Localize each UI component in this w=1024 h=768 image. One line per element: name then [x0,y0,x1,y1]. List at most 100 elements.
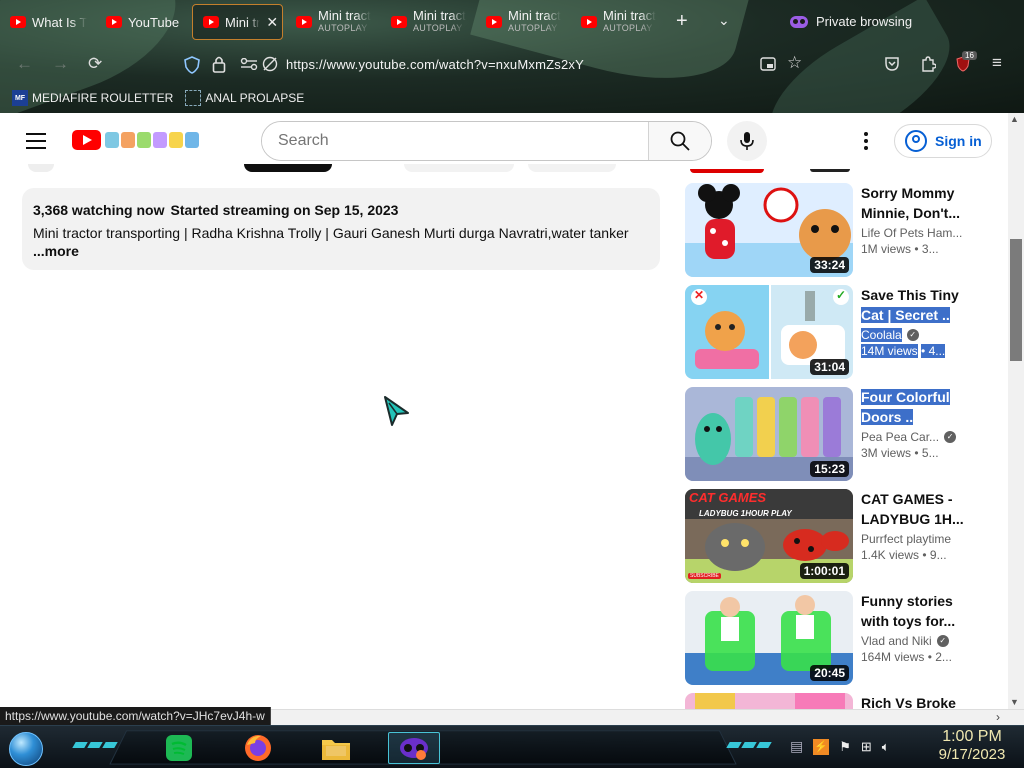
video-title[interactable]: Sorry Mommy Minnie, Don't... [861,183,1005,223]
channel-name[interactable]: Vlad and Niki ✓ [861,634,1005,648]
permissions-icon[interactable] [240,58,258,70]
address-bar-url[interactable]: https://www.youtube.com/watch?v=nxuMxmZs… [286,57,584,72]
recommendation-details: Funny stories with toys for... Vlad and N… [861,591,1005,664]
bookmarks-toolbar: MF MEDIAFIRE ROULETTER ANAL PROLAPSE [0,86,1024,110]
tab-2[interactable]: Mini tr ✕ [192,4,283,40]
search-button[interactable] [648,122,711,160]
channel-name[interactable]: Pea Pea Car... ✓ [861,430,1005,444]
video-duration: 20:45 [810,665,849,681]
guide-menu-icon[interactable] [26,133,46,149]
video-thumbnail[interactable]: 20:45 [685,591,853,685]
tab-strip: What Is T YouTube Mini tr ✕ Mini tract AU… [0,0,1024,44]
private-browsing-label: Private browsing [816,14,913,29]
video-title[interactable]: Save This Tiny Cat | Secret .. [861,285,1005,325]
bookmark-second[interactable]: ANAL PROLAPSE [185,90,304,106]
video-thumbnail[interactable]: 15:23 [685,387,853,481]
account-circle-icon [905,130,927,152]
vertical-scrollbar-thumb[interactable] [1010,239,1022,361]
recommendation-item[interactable]: 20:45 Funny stories with toys for... Vlad… [685,591,1005,685]
autoplay-blocked-icon[interactable] [262,56,278,72]
tab-label: What Is T [32,14,88,30]
start-button[interactable] [9,732,43,766]
green-check-icon: ✓ [836,288,847,302]
bookmark-mediafire[interactable]: MF MEDIAFIRE ROULETTER [12,90,173,106]
bookmark-star-icon[interactable]: ☆ [787,53,802,73]
settings-kebab-icon[interactable] [858,130,874,152]
video-title[interactable]: Rich Vs Broke [861,693,1005,709]
app-menu-hamburger-icon[interactable]: ≡ [992,53,1002,73]
youtube-favicon-icon [296,16,312,28]
extensions-puzzle-icon[interactable] [920,55,936,73]
pocket-icon[interactable] [884,56,900,72]
tab-1[interactable]: YouTube [96,4,188,40]
tab-4[interactable]: Mini tract AUTOPLAY [381,4,473,40]
video-thumbnail[interactable] [685,693,853,709]
tab-label: Mini tract AUTOPLAY [508,8,561,33]
watching-count: 3,368 watching now [33,202,165,218]
scroll-down-arrow-icon[interactable]: ▼ [1010,697,1019,707]
red-cross-icon: ✕ [694,288,705,302]
video-description[interactable]: 3,368 watching now Started streaming on … [22,188,660,270]
recommendation-item[interactable]: Rich Vs Broke [685,693,1005,709]
new-tab-plus-icon[interactable]: + [676,10,688,33]
taskbar-file-explorer[interactable] [320,732,352,764]
vertical-scrollbar-track[interactable] [1008,113,1024,709]
recommendation-details: Rich Vs Broke [861,693,1005,709]
youtube-favicon-icon [203,16,219,28]
scroll-up-arrow-icon[interactable]: ▲ [1010,114,1019,124]
lock-icon[interactable] [212,55,226,73]
tab-6[interactable]: Mini tract AUTOPLAY [571,4,663,40]
volume-icon[interactable]: 🔈︎ [882,739,890,755]
mouse-pointer-icon [384,396,409,426]
video-title[interactable]: CAT GAMES - LADYBUG 1H... [861,489,1005,529]
clock-date: 9/17/2023 [938,746,1006,763]
tab-0[interactable]: What Is T [0,4,92,40]
youtube-doodle-icon [105,132,201,148]
tab-5[interactable]: Mini tract AUTOPLAY [476,4,568,40]
channel-name[interactable]: Purrfect playtime [861,532,1005,546]
youtube-logo[interactable] [72,130,201,150]
search-input[interactable] [262,122,648,160]
close-tab-icon[interactable]: ✕ [266,14,278,31]
recommendation-item[interactable]: ✕ ✓ 31:04 Save This Tiny Cat | Secret .. … [685,285,1005,379]
scroll-right-arrow-icon[interactable]: › [996,710,1000,724]
channel-name[interactable]: Coolala ✓ [861,328,1005,342]
picture-in-picture-icon[interactable] [760,56,776,72]
reload-icon[interactable]: ⟳ [88,54,102,74]
system-clock[interactable]: 1:00 PM 9/17/2023 [932,728,1012,764]
recommendations-sidebar: 33:24 Sorry Mommy Minnie, Don't... Life O… [672,169,1008,709]
action-center-flag-icon[interactable]: ⚑ [839,739,851,755]
show-hidden-icons-icon[interactable]: ▤ [790,738,803,755]
video-duration: 31:04 [810,359,849,375]
video-thumbnail[interactable]: 33:24 [685,183,853,277]
verified-check-icon: ✓ [906,329,919,341]
back-arrow-icon[interactable]: ← [16,54,33,74]
taskbar-firefox[interactable] [242,732,274,764]
recommendation-item[interactable]: 15:23 Four Colorful Doors .. Pea Pea Car.… [685,387,1005,481]
video-title[interactable]: Funny stories with toys for... [861,591,1005,631]
youtube-favicon-icon [391,16,407,28]
sign-in-button[interactable]: Sign in [894,124,992,158]
tray-app-icon[interactable]: ⚡ [813,738,830,755]
tracking-shield-icon[interactable] [184,56,200,74]
channel-name[interactable]: Life Of Pets Ham... [861,226,1005,240]
horizontal-scrollbar-track[interactable] [270,709,1024,725]
private-browsing-icon [400,738,428,760]
tab-3[interactable]: Mini tract AUTOPLAY [286,4,378,40]
voice-search-button[interactable] [727,121,767,161]
recommendation-item[interactable]: 33:24 Sorry Mommy Minnie, Don't... Life O… [685,183,1005,277]
video-thumbnail[interactable]: ✕ ✓ 31:04 [685,285,853,379]
recommendation-item[interactable]: CAT GAMES LADYBUG 1HOUR PLAY SUBSCRIBE 1… [685,489,1005,583]
forward-arrow-icon[interactable]: → [52,54,69,74]
tab-label: Mini tract AUTOPLAY [318,8,371,33]
list-tabs-chevron-icon[interactable]: ⌄ [718,12,730,29]
network-icon[interactable]: ⊞ [861,739,872,755]
taskbar-spotify[interactable] [163,732,195,764]
video-title[interactable]: Four Colorful Doors .. [861,387,1005,427]
youtube-play-logo-icon [72,130,101,150]
tab-label: YouTube [128,14,180,30]
taskbar-firefox-private[interactable] [388,732,440,764]
action-button-peek [404,164,514,172]
description-more-link[interactable]: ...more [33,243,649,259]
video-thumbnail[interactable]: CAT GAMES LADYBUG 1HOUR PLAY SUBSCRIBE 1… [685,489,853,583]
